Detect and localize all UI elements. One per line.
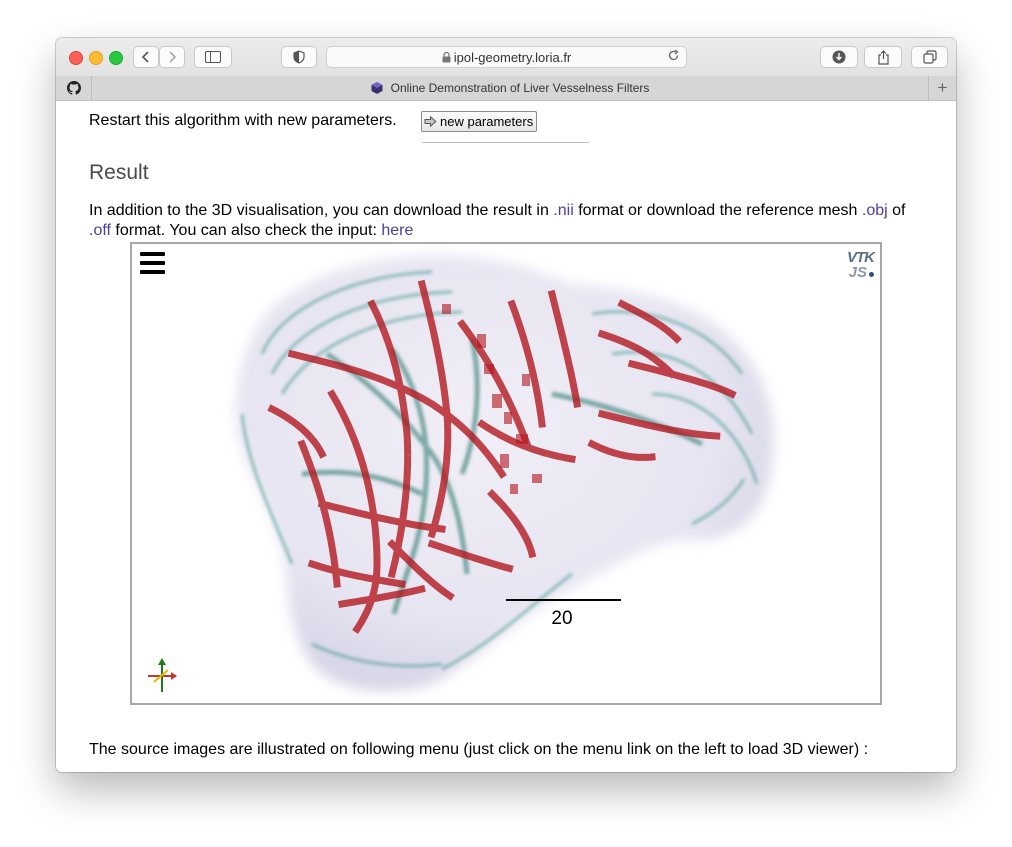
vtkjs-logo-top: VTK [847,249,875,266]
viewer-menu-button[interactable] [140,252,166,274]
downloads-button[interactable] [820,46,858,68]
new-parameters-label: new parameters [440,114,534,129]
sidebar-icon [205,51,221,63]
url-text: ipol-geometry.loria.fr [453,50,572,65]
new-parameters-button[interactable]: new parameters [421,111,538,132]
divider [422,142,589,143]
share-button[interactable] [864,46,902,68]
tab-title: Online Demonstration of Liver Vesselness… [390,81,650,95]
chevron-left-icon [141,51,149,63]
reload-button[interactable] [667,49,680,65]
scale-label: 20 [551,608,572,629]
download-icon [832,50,846,64]
obj-download-link[interactable]: .obj [862,202,888,219]
address-text-wrap: ipol-geometry.loria.fr [327,50,686,65]
desc-part1: In addition to the 3D visualisation, you… [89,202,554,219]
vtkjs-logo-bottom-row: JS [838,265,874,280]
arrow-right-icon [424,116,437,127]
privacy-report-button[interactable] [281,46,317,68]
tabs-icon [922,50,937,64]
nii-download-link[interactable]: .nii [553,202,573,219]
browser-window: ipol-geometry.loria.fr Online Demonstrat… [56,38,956,772]
desc-part2: format or download the reference mesh [573,202,862,219]
orientation-axes-icon [148,658,177,692]
lock-icon [442,51,451,63]
source-images-text: The source images are illustrated on fol… [89,741,869,758]
result-heading: Result [89,161,149,184]
desc-part3: of [887,202,906,219]
browser-toolbar: ipol-geometry.loria.fr [56,38,956,77]
vtk-3d-viewer[interactable]: 20 VTK JS [130,242,882,705]
desc-part4: format. You can also check the input: [110,222,382,239]
input-here-link[interactable]: here [381,222,413,239]
minimize-window-button[interactable] [89,51,103,65]
github-icon [66,81,81,95]
chevron-right-icon [169,51,177,63]
address-bar[interactable]: ipol-geometry.loria.fr [326,46,687,68]
close-window-button[interactable] [69,51,83,65]
liver-volume-render: 20 [235,255,774,692]
shield-icon [293,50,305,64]
tab-liver-vesselness[interactable]: Online Demonstration of Liver Vesselness… [92,76,928,100]
off-download-link[interactable]: .off [89,222,111,239]
forward-button[interactable] [159,46,185,68]
vtkjs-logo-bottom: JS [848,264,867,281]
vtkjs-logo: VTK JS [838,249,875,282]
tab-bar: Online Demonstration of Liver Vesselness… [56,76,956,101]
share-icon [877,49,889,65]
reload-icon [668,49,679,61]
result-description: In addition to the 3D visualisation, you… [89,201,929,241]
back-button[interactable] [133,46,159,68]
tab-overview-button[interactable] [911,46,948,68]
hamburger-menu-icon [140,252,165,274]
zoom-window-button[interactable] [109,51,123,65]
vtkjs-logo-dot [869,272,874,277]
site-favicon-icon [371,82,383,94]
new-tab-button[interactable]: + [928,76,956,100]
tab-github[interactable] [56,76,92,100]
sidebar-toggle-button[interactable] [194,46,232,68]
page-content: Restart this algorithm with new paramete… [56,101,956,772]
restart-text: Restart this algorithm with new paramete… [89,112,397,129]
